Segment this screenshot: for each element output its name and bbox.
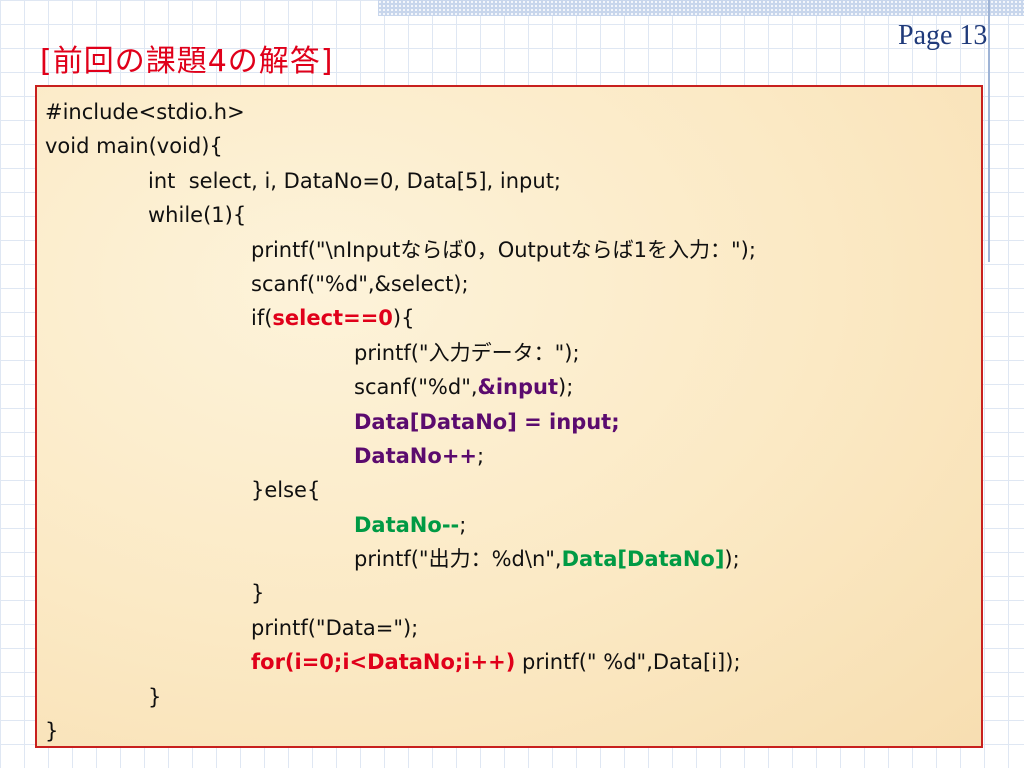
decorative-vertical-line: [988, 0, 990, 262]
page-number: Page 13: [898, 20, 988, 51]
code-line: if(select==0){: [45, 301, 981, 335]
code-token-highlight: select==0: [272, 306, 393, 331]
code-token: void main(void){: [45, 134, 223, 159]
code-line: scanf("%d",&input);: [45, 370, 981, 404]
code-line: Data[DataNo] = input;: [45, 405, 981, 439]
code-line: for(i=0;i<DataNo;i++) printf(" %d",Data[…: [45, 645, 981, 679]
code-token: printf(" %d",Data[i]);: [515, 650, 741, 675]
code-line: while(1){: [45, 198, 981, 232]
code-line: }: [45, 680, 981, 714]
code-token: if(: [251, 306, 273, 331]
code-token-highlight: DataNo--: [354, 512, 460, 537]
code-token: printf("\nInputならば0，Outputならば1を入力：");: [251, 237, 756, 262]
code-line: }: [45, 576, 981, 610]
code-token: scanf("%d",&select);: [251, 271, 469, 296]
code-token: printf("Data=");: [251, 615, 419, 640]
code-token: );: [558, 375, 574, 400]
code-token: int select, i, DataNo=0, Data[5], input;: [148, 168, 561, 193]
code-line: DataNo++;: [45, 439, 981, 473]
code-token: ;: [477, 443, 485, 468]
code-token: }: [148, 684, 162, 709]
code-token: printf("入力データ：");: [354, 340, 580, 365]
code-line: printf("\nInputならば0，Outputならば1を入力：");: [45, 233, 981, 267]
code-token: scanf("%d",: [354, 375, 478, 400]
code-token: }: [251, 581, 265, 606]
code-line: }else{: [45, 473, 981, 507]
code-line: printf("Data=");: [45, 611, 981, 645]
code-token-highlight: DataNo++: [354, 443, 478, 468]
code-line: #include<stdio.h>: [45, 95, 981, 129]
code-line: }: [45, 714, 981, 748]
code-line: void main(void){: [45, 129, 981, 163]
header-decorative-band: [378, 0, 1024, 16]
code-token-highlight: Data[DataNo]: [561, 547, 725, 572]
code-line: printf("出力：%d\n",Data[DataNo]);: [45, 542, 981, 576]
code-line: int select, i, DataNo=0, Data[5], input;: [45, 164, 981, 198]
code-line: DataNo--;: [45, 508, 981, 542]
code-token-highlight: Data[DataNo] = input;: [354, 409, 620, 434]
code-token: }else{: [251, 478, 321, 503]
code-token: ){: [392, 306, 415, 331]
code-token: #include<stdio.h>: [45, 100, 245, 124]
code-token: while(1){: [148, 203, 247, 228]
code-box: #include<stdio.h> void main(void){ int sel…: [35, 85, 983, 748]
code-token: printf("出力：%d\n",: [354, 547, 562, 572]
code-token-highlight: &input: [477, 375, 559, 400]
code-line: printf("入力データ：");: [45, 336, 981, 370]
code-token: ;: [459, 512, 467, 537]
code-token: }: [45, 719, 59, 744]
code-token: );: [724, 547, 740, 572]
slide-title: [前回の課題4の解答]: [40, 44, 334, 79]
code-token-highlight: for(i=0;i<DataNo;i++): [251, 650, 516, 675]
code-line: scanf("%d",&select);: [45, 267, 981, 301]
